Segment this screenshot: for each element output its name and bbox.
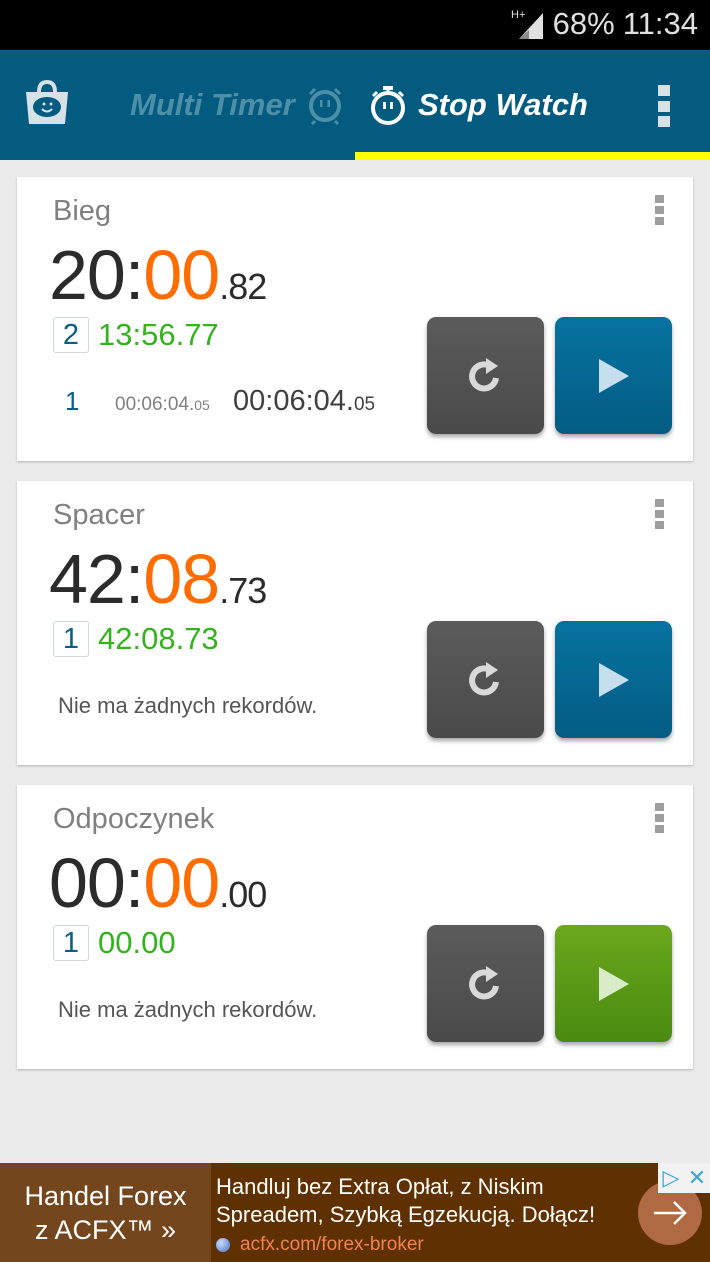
shop-button[interactable] [22, 78, 72, 128]
tab-multi-timer-label: Multi Timer [130, 87, 295, 122]
ad-choices: ▷ ✕ [658, 1163, 710, 1193]
card-menu-button[interactable] [655, 499, 665, 529]
arrow-right-icon [654, 1201, 687, 1225]
stopwatch-name[interactable]: Bieg [53, 195, 111, 228]
overflow-menu-button[interactable] [658, 85, 672, 127]
ad-headline[interactable]: Handel Forex z ACFX™ » [0, 1163, 211, 1262]
lap-number-badge: 2 [53, 317, 89, 353]
globe-icon [216, 1238, 230, 1252]
start-button[interactable] [555, 317, 672, 434]
more-vert-icon [658, 85, 670, 96]
status-bar: H+ 68% 11:34 [0, 0, 710, 50]
ad-url[interactable]: acfx.com/forex-broker [216, 1231, 595, 1259]
reset-button[interactable] [427, 925, 544, 1042]
refresh-icon [468, 965, 499, 999]
active-tab-indicator [355, 152, 710, 160]
record-total-time: 00:06:04.05 [233, 385, 376, 417]
stopwatch-card: Odpoczynek 00:00.00 1 00.00 Nie ma żadny… [17, 785, 693, 1069]
clock: 11:34 [622, 6, 698, 41]
elapsed-time: 42:08.73 [49, 540, 267, 618]
stopwatch-card: Bieg 20:00.82 2 13:56.77 1 00:06:04.05 0… [17, 177, 693, 461]
record-lap-time: 00:06:04.05 [115, 394, 210, 415]
refresh-icon [468, 357, 499, 391]
adchoices-icon[interactable]: ▷ [658, 1163, 684, 1193]
lap-record-row: 1 00:06:04.05 00:06:04.05 [65, 385, 375, 418]
no-records-message: Nie ma żadnych rekordów. [58, 997, 318, 1022]
current-lap: 1 42:08.73 [53, 621, 219, 657]
signal-icon: H+ [511, 7, 545, 41]
shopping-bag-smiley-icon [26, 79, 68, 124]
reset-button[interactable] [427, 317, 544, 434]
lap-time: 00.00 [98, 925, 176, 960]
elapsed-time: 00:00.00 [49, 844, 267, 922]
play-icon [598, 662, 629, 697]
stopwatch-card: Spacer 42:08.73 1 42:08.73 Nie ma żadnyc… [17, 481, 693, 765]
app-bar: Multi Timer Stop Watch [0, 50, 710, 160]
play-icon [598, 358, 629, 393]
more-vert-icon [655, 499, 664, 507]
ad-body-line: Spreadem, Szybką Egzekucją. Dołącz! [216, 1202, 596, 1227]
tab-stop-watch[interactable]: Stop Watch [368, 50, 588, 160]
ad-body[interactable]: Handluj bez Extra Opłat, z Niskim Spread… [216, 1173, 595, 1259]
reset-button[interactable] [427, 621, 544, 738]
more-vert-icon [655, 195, 664, 203]
card-menu-button[interactable] [655, 803, 665, 833]
stopwatch-face-icon [371, 86, 405, 125]
close-icon[interactable]: ✕ [684, 1163, 710, 1193]
lap-number-badge: 1 [53, 621, 89, 657]
elapsed-time: 20:00.82 [49, 236, 267, 314]
ad-body-line: Handluj bez Extra Opłat, z Niskim [216, 1174, 544, 1199]
ad-banner[interactable]: Handel Forex z ACFX™ » Handluj bez Extra… [0, 1163, 710, 1262]
stopwatch-name[interactable]: Odpoczynek [53, 803, 214, 836]
stopwatch-name[interactable]: Spacer [53, 499, 145, 532]
no-records-message: Nie ma żadnych rekordów. [58, 693, 318, 718]
refresh-icon [468, 661, 499, 695]
card-menu-button[interactable] [655, 195, 665, 225]
network-type-label: H+ [511, 9, 525, 21]
play-icon [598, 966, 629, 1001]
current-lap: 1 00.00 [53, 925, 176, 961]
battery-level: 68% [552, 6, 615, 41]
lap-time: 13:56.77 [98, 317, 219, 352]
tab-stop-watch-label: Stop Watch [418, 87, 588, 122]
more-vert-icon [655, 803, 664, 811]
tab-multi-timer[interactable]: Multi Timer [130, 50, 345, 160]
start-button[interactable] [555, 925, 672, 1042]
record-index: 1 [65, 386, 80, 416]
alarm-clock-face-icon [308, 87, 341, 125]
current-lap: 2 13:56.77 [53, 317, 219, 353]
start-button[interactable] [555, 621, 672, 738]
lap-time: 42:08.73 [98, 621, 219, 656]
lap-number-badge: 1 [53, 925, 89, 961]
